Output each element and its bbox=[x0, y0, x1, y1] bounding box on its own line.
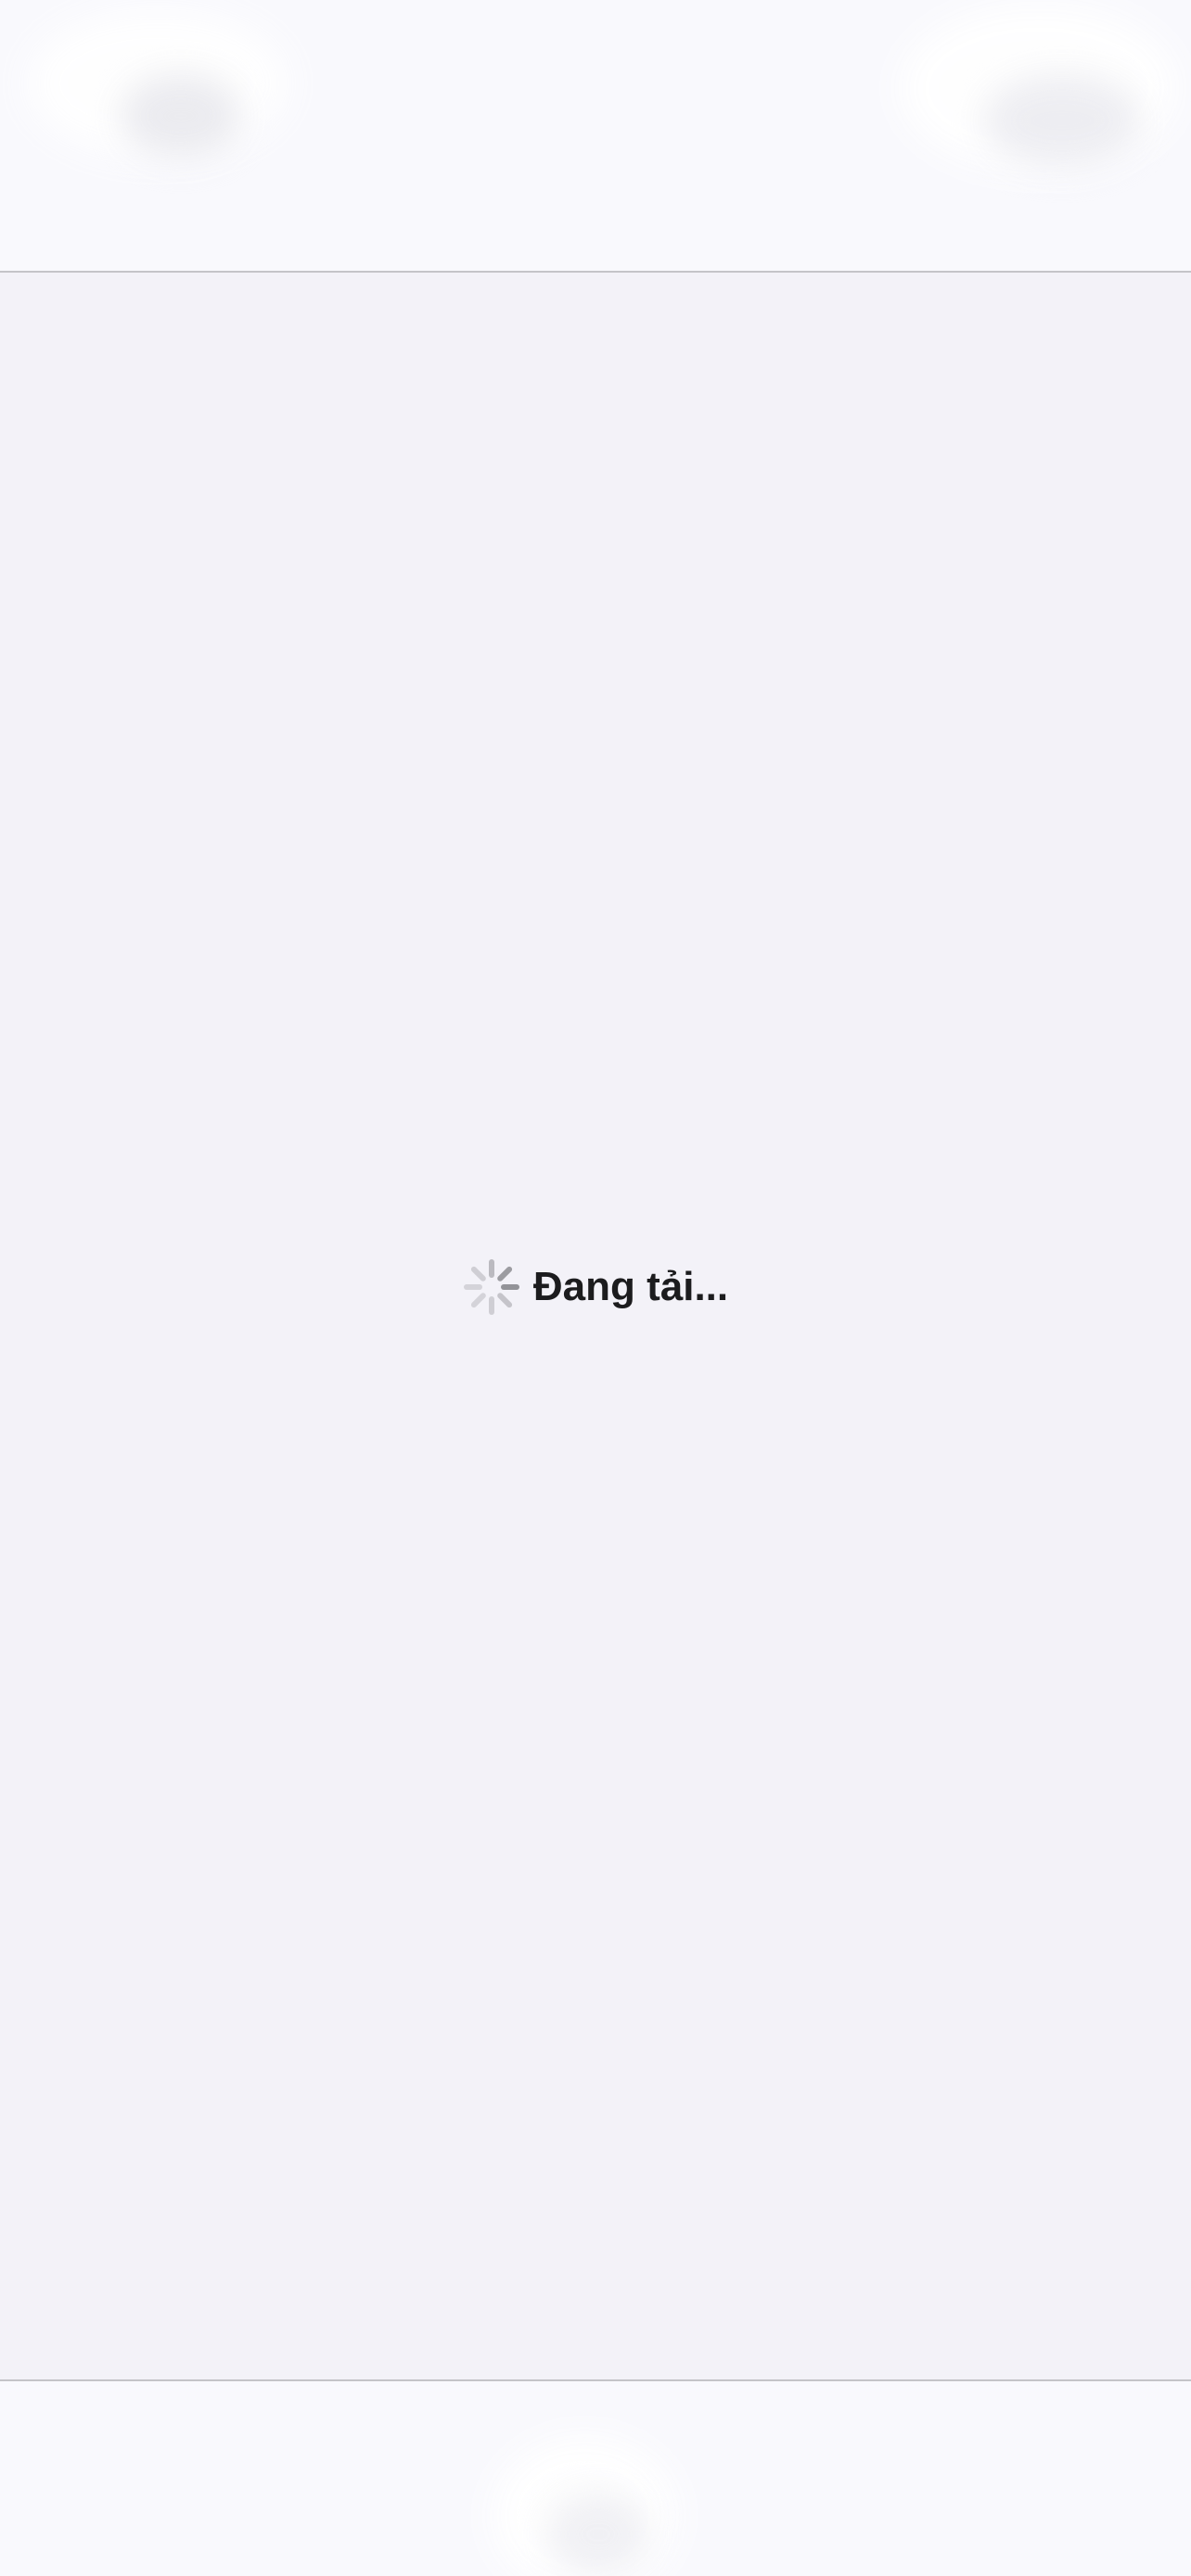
blurred-nav-icon-right bbox=[983, 74, 1141, 167]
blurred-tab-icon bbox=[547, 2493, 649, 2576]
loading-indicator: Đang tải... bbox=[0, 1222, 1191, 1352]
spinner-spoke bbox=[470, 1293, 486, 1308]
spinner-spoke bbox=[497, 1266, 512, 1282]
activity-indicator-icon bbox=[463, 1259, 519, 1315]
spinner-spoke bbox=[497, 1293, 512, 1308]
spinner-spoke bbox=[470, 1266, 486, 1282]
navigation-bar bbox=[0, 0, 1191, 273]
tab-bar bbox=[0, 2379, 1191, 2576]
blurred-nav-icon-left bbox=[121, 74, 241, 158]
loading-label: Đang tải... bbox=[532, 1264, 729, 1309]
